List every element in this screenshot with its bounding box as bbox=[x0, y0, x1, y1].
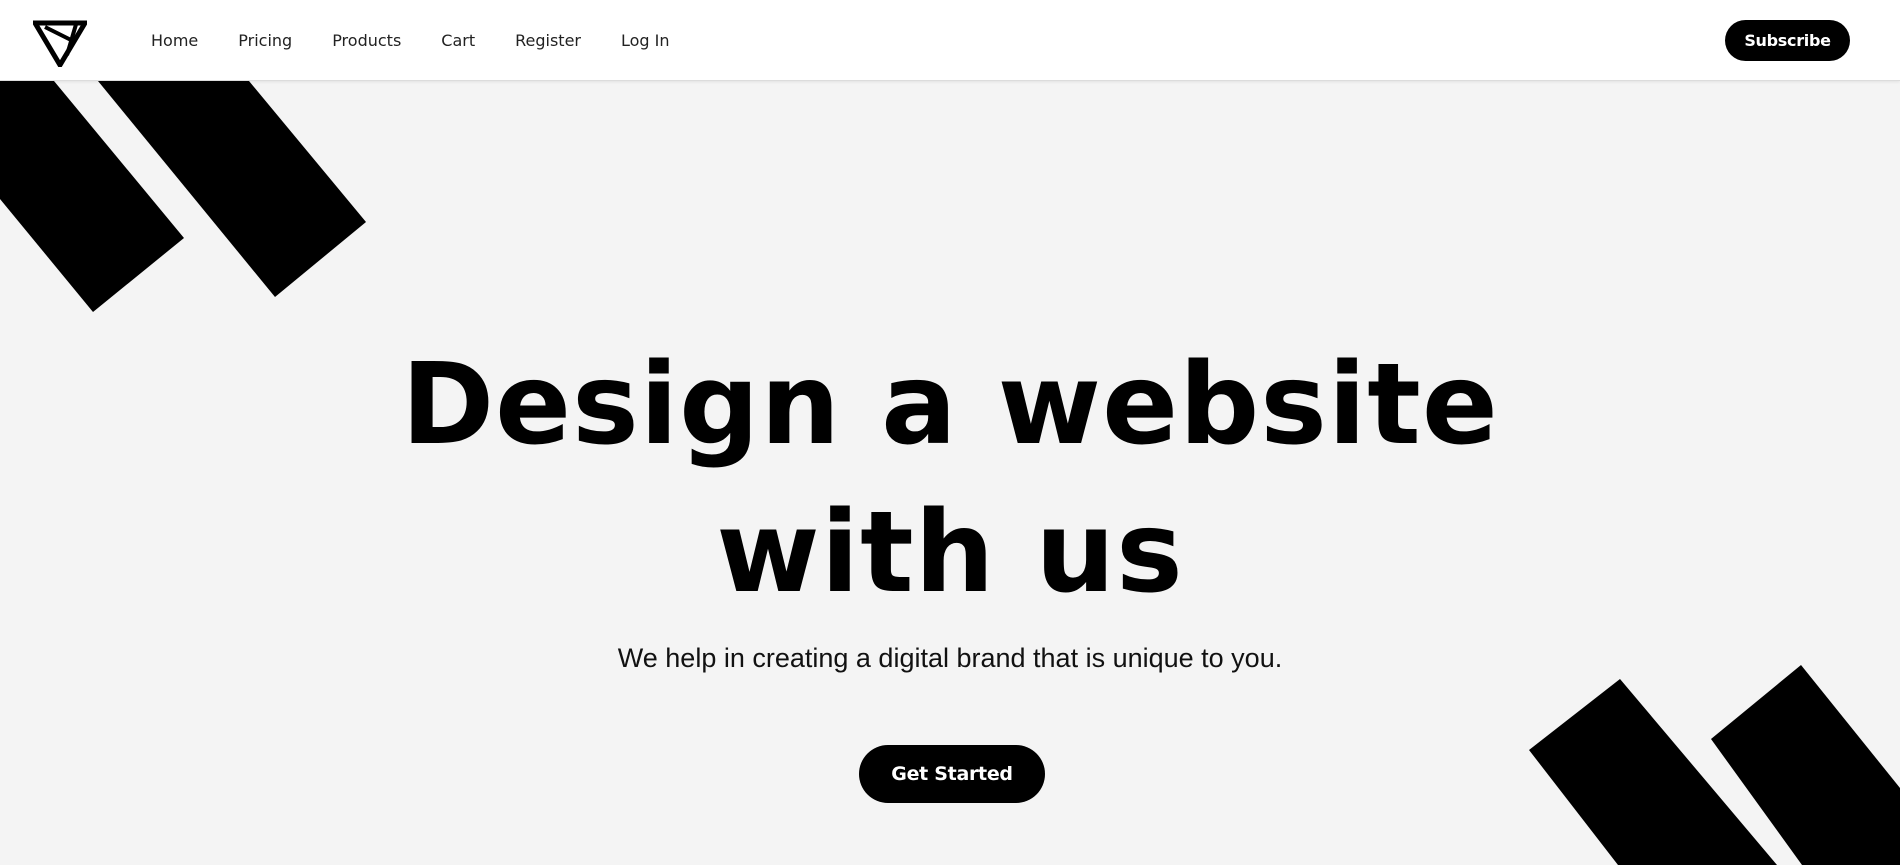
logo-icon[interactable] bbox=[33, 19, 87, 67]
hero-section: Design a website with us We help in creat… bbox=[0, 81, 1900, 865]
hero-title-line-1: Design a website bbox=[401, 340, 1499, 470]
hero-title-line-2: with us bbox=[716, 488, 1184, 618]
main-nav: Home Pricing Products Cart Register Log … bbox=[151, 0, 710, 81]
subscribe-button[interactable]: Subscribe bbox=[1725, 20, 1850, 61]
nav-link-register[interactable]: Register bbox=[515, 31, 581, 50]
nav-link-cart[interactable]: Cart bbox=[441, 31, 475, 50]
nav-link-home[interactable]: Home bbox=[151, 31, 198, 50]
hero-subtitle: We help in creating a digital brand that… bbox=[617, 643, 1283, 673]
site-header: Home Pricing Products Cart Register Log … bbox=[0, 0, 1900, 81]
nav-link-login[interactable]: Log In bbox=[621, 31, 670, 50]
nav-link-products[interactable]: Products bbox=[332, 31, 401, 50]
hero-title: Design a website with us bbox=[350, 331, 1550, 627]
get-started-button[interactable]: Get Started bbox=[859, 745, 1045, 803]
nav-link-pricing[interactable]: Pricing bbox=[238, 31, 292, 50]
